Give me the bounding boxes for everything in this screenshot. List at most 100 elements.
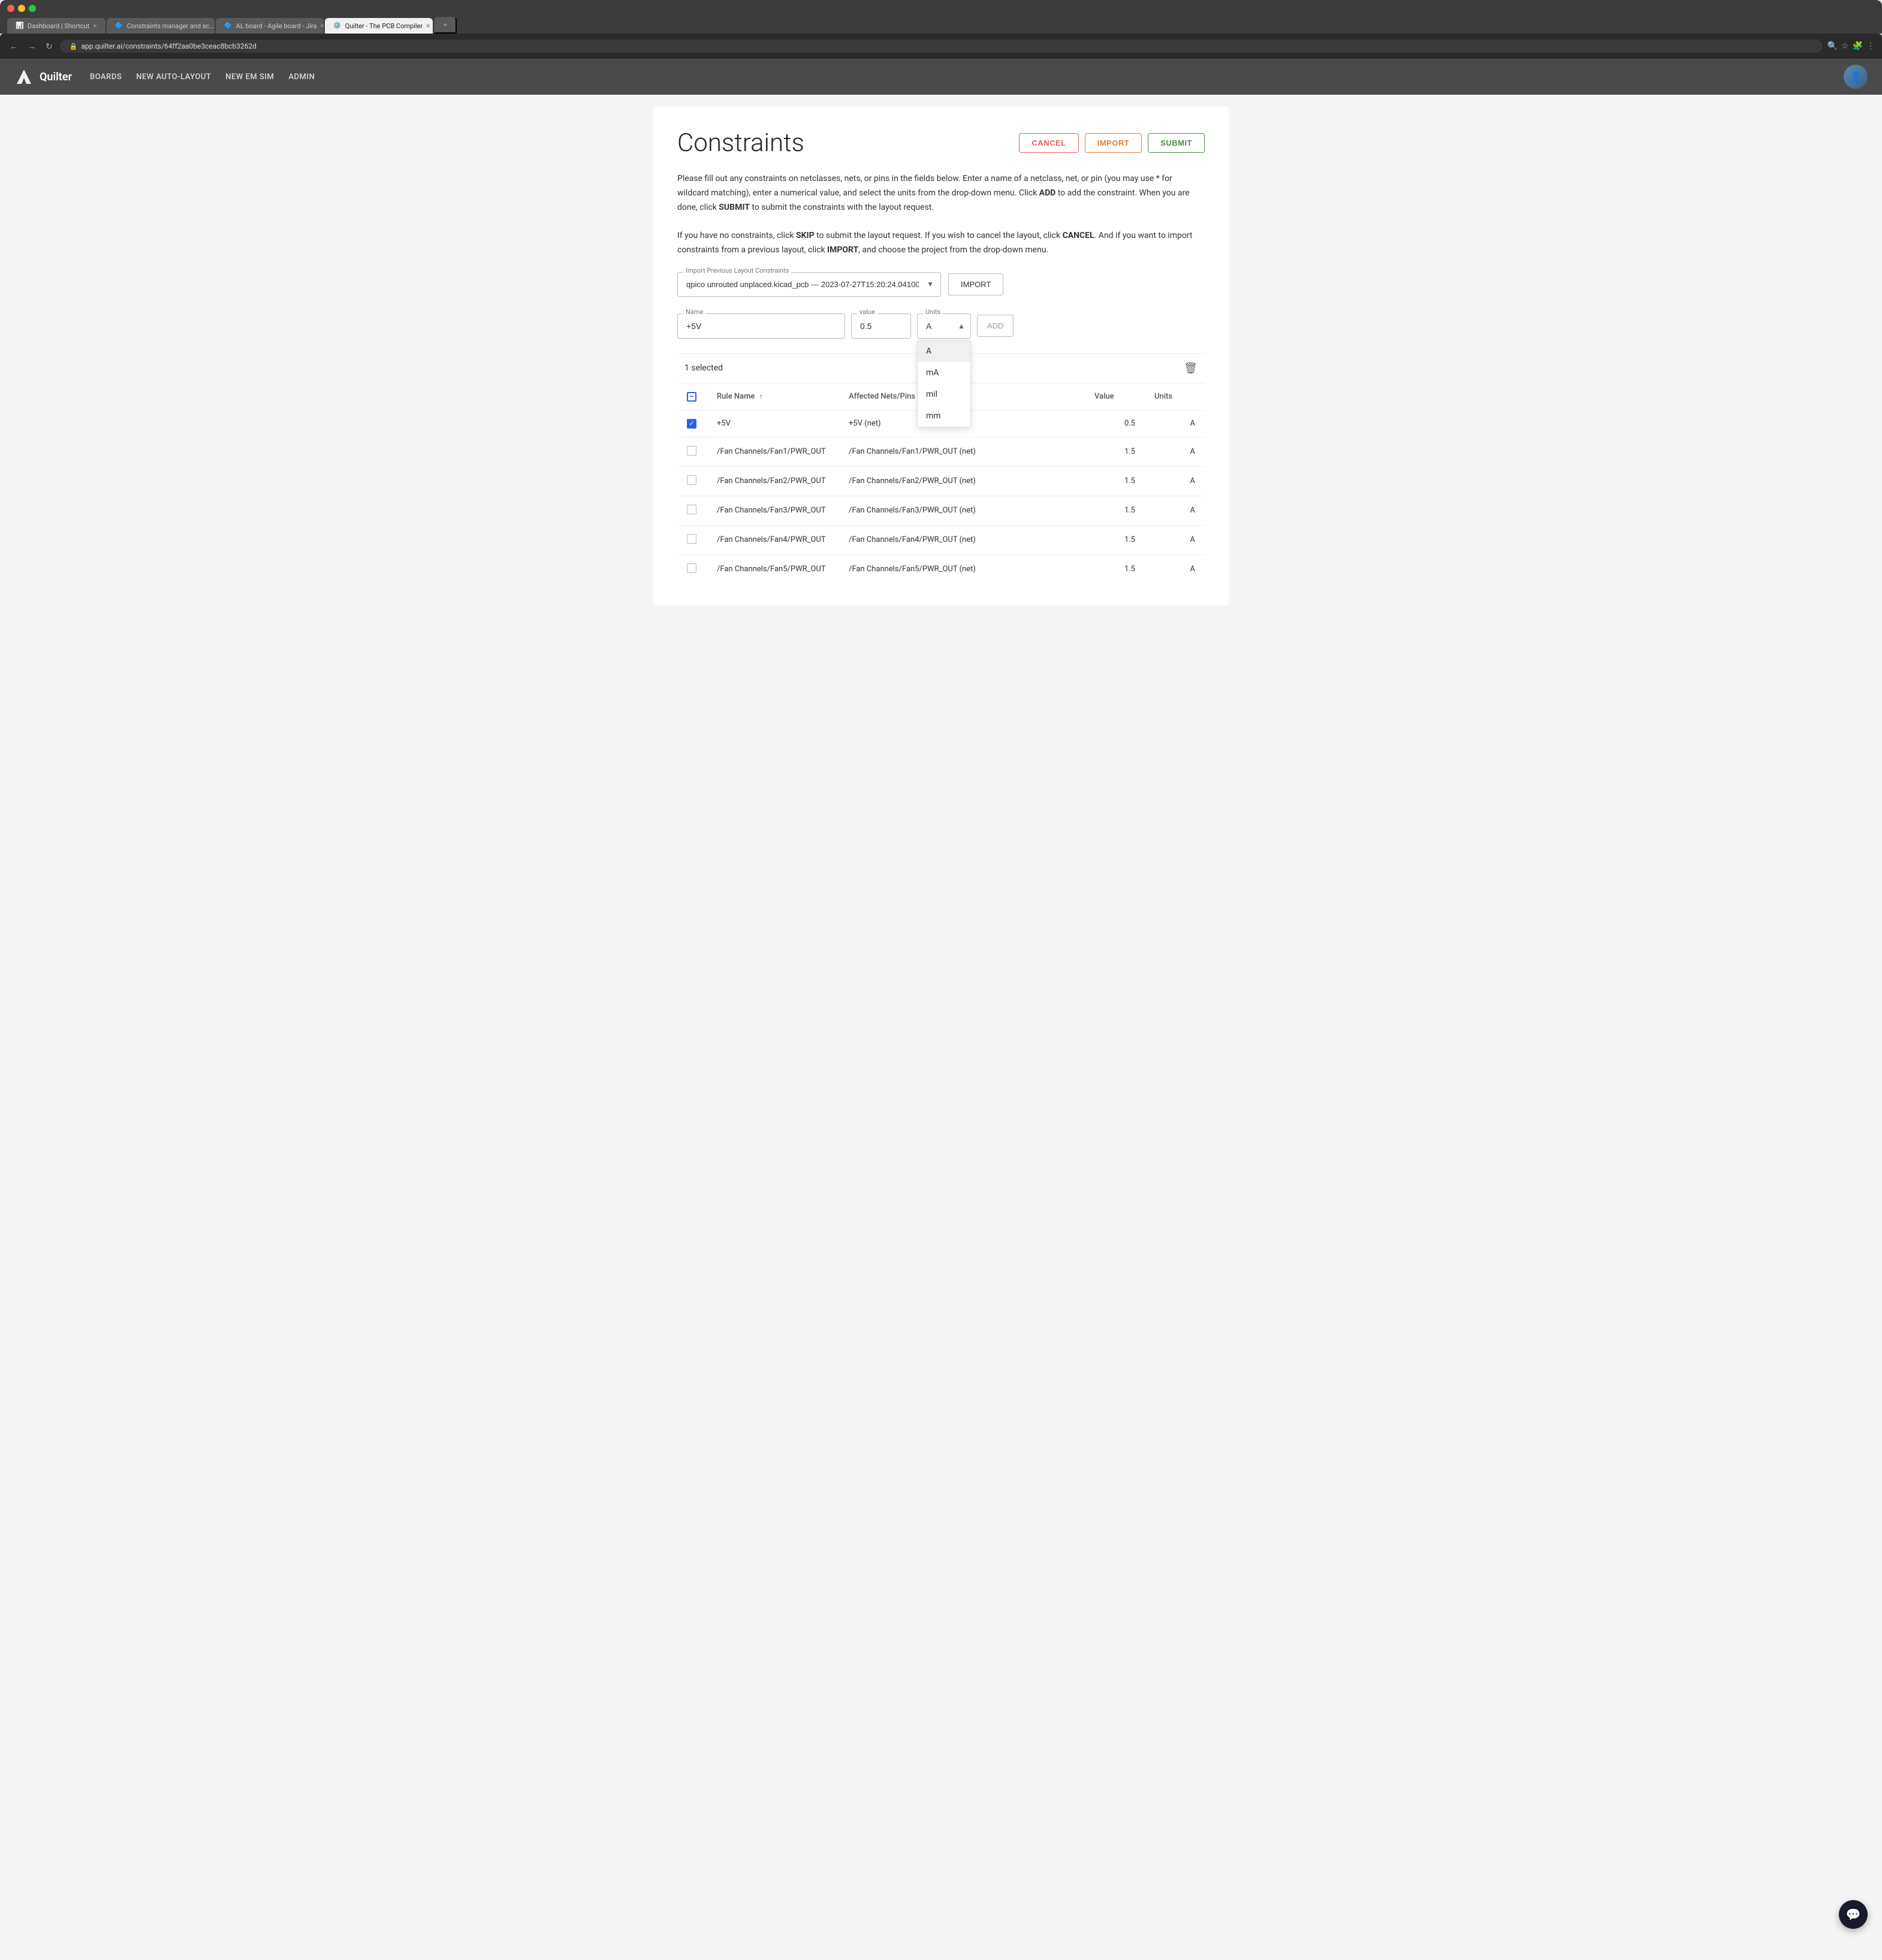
sort-arrow-icon[interactable]: ↑ xyxy=(759,393,763,400)
value-input[interactable] xyxy=(851,313,911,339)
value-field: value xyxy=(851,313,911,339)
col-header-check: − xyxy=(677,384,707,411)
rule-name-header: Rule Name xyxy=(717,392,755,401)
row-r5-checkbox[interactable] xyxy=(687,534,696,544)
row-r3-checkbox[interactable] xyxy=(687,475,696,485)
user-avatar[interactable]: 👤 xyxy=(1844,65,1868,89)
traffic-close[interactable] xyxy=(7,5,14,12)
row-r5-units: A xyxy=(1145,525,1205,554)
tab-jira-label: AL board - Agile board - Jira xyxy=(236,22,317,30)
row-r1-rule: +5V xyxy=(707,410,839,437)
header-actions: CANCEL IMPORT SUBMIT xyxy=(1019,133,1205,153)
row-r6-check-cell xyxy=(677,554,707,584)
tab-constraints-label: Constraints manager and sc... xyxy=(127,22,215,30)
description-para-1: Please fill out any constraints on netcl… xyxy=(677,172,1205,215)
app-navbar: Quilter BOARDS NEW AUTO-LAYOUT NEW EM SI… xyxy=(0,59,1882,95)
import-section: Import Previous Layout Constraints qpico… xyxy=(677,272,1205,297)
row-r1-value: 0.5 xyxy=(1085,410,1145,437)
logo-icon xyxy=(14,67,34,86)
name-field: Name xyxy=(677,313,845,339)
name-input[interactable] xyxy=(677,313,845,339)
row-r4-affected: /Fan Channels/Fan3/PWR_OUT (net) xyxy=(839,496,1085,525)
tab-constraints-favicon: 🔷 xyxy=(115,22,123,30)
col-header-rule[interactable]: Rule Name ↑ xyxy=(707,384,839,411)
units-option-mA[interactable]: mA xyxy=(918,362,970,384)
row-r2-rule: /Fan Channels/Fan1/PWR_OUT xyxy=(707,437,839,466)
select-all-checkbox[interactable]: − xyxy=(687,392,696,402)
row-r5-affected: /Fan Channels/Fan4/PWR_OUT (net) xyxy=(839,525,1085,554)
row-r1-checkbox[interactable]: ✓ xyxy=(687,419,696,429)
row-r6-units: A xyxy=(1145,554,1205,584)
app-logo[interactable]: Quilter xyxy=(14,67,72,86)
page-header: Constraints CANCEL IMPORT SUBMIT xyxy=(677,128,1205,158)
row-r2-units: A xyxy=(1145,437,1205,466)
table-row: /Fan Channels/Fan2/PWR_OUT/Fan Channels/… xyxy=(677,466,1205,496)
row-r4-checkbox[interactable] xyxy=(687,505,696,514)
tab-quilter[interactable]: ⚙️ Quilter - The PCB Compiler × xyxy=(325,18,433,34)
table-row: /Fan Channels/Fan1/PWR_OUT/Fan Channels/… xyxy=(677,437,1205,466)
tab-dashboard-favicon: 📊 xyxy=(16,22,24,30)
row-r5-rule: /Fan Channels/Fan4/PWR_OUT xyxy=(707,525,839,554)
tab-dashboard-close[interactable]: × xyxy=(93,22,96,30)
address-input[interactable]: 🔒 app.quilter.ai/constraints/64ff2aa0be3… xyxy=(60,40,1823,53)
table-body: ✓+5V+5V (net)0.5A/Fan Channels/Fan1/PWR_… xyxy=(677,410,1205,584)
back-button[interactable]: ← xyxy=(7,40,20,52)
tab-jira-favicon: 🔷 xyxy=(224,22,233,30)
form-area: Name value Units A mA mil mm xyxy=(677,313,1205,339)
nav-em-sim[interactable]: NEW EM SIM xyxy=(225,70,274,84)
tab-dashboard[interactable]: 📊 Dashboard | Shortcut × xyxy=(7,18,105,34)
tab-jira-close[interactable]: × xyxy=(321,22,324,30)
traffic-maximize[interactable] xyxy=(29,5,36,12)
nav-links: BOARDS NEW AUTO-LAYOUT NEW EM SIM ADMIN xyxy=(90,70,315,84)
menu-icon[interactable]: ⋮ xyxy=(1866,41,1875,51)
description-block: Please fill out any constraints on netcl… xyxy=(677,172,1205,258)
units-option-mm[interactable]: mm xyxy=(918,405,970,427)
import-field-label: Import Previous Layout Constraints xyxy=(683,267,791,275)
delete-selected-button[interactable]: 🗑 xyxy=(1184,362,1198,375)
cancel-button[interactable]: CANCEL xyxy=(1019,133,1078,153)
traffic-minimize[interactable] xyxy=(18,5,25,12)
tab-dashboard-label: Dashboard | Shortcut xyxy=(28,22,89,30)
browser-action-icons: 🔍 ☆ 🧩 ⋮ xyxy=(1827,41,1875,51)
units-option-mil[interactable]: mil xyxy=(918,384,970,405)
units-field-label: Units xyxy=(923,308,943,316)
search-icon[interactable]: 🔍 xyxy=(1827,41,1838,51)
new-tab-button[interactable]: + xyxy=(434,17,457,34)
row-r3-check-cell xyxy=(677,466,707,496)
tab-quilter-close[interactable]: × xyxy=(426,22,430,30)
row-r6-checkbox[interactable] xyxy=(687,563,696,573)
units-option-A[interactable]: A xyxy=(918,340,970,362)
value-field-label: value xyxy=(857,308,877,316)
row-r2-affected: /Fan Channels/Fan1/PWR_OUT (net) xyxy=(839,437,1085,466)
row-r2-value: 1.5 xyxy=(1085,437,1145,466)
add-constraint-form: Name value Units A mA mil mm xyxy=(677,313,1205,339)
nav-admin[interactable]: ADMIN xyxy=(288,70,315,84)
row-r5-check-cell xyxy=(677,525,707,554)
import-button[interactable]: IMPORT xyxy=(1085,133,1142,153)
nav-auto-layout[interactable]: NEW AUTO-LAYOUT xyxy=(136,70,211,84)
row-r2-checkbox[interactable] xyxy=(687,446,696,456)
browser-tab-bar: 📊 Dashboard | Shortcut × 🔷 Constraints m… xyxy=(7,17,1875,34)
submit-button[interactable]: SUBMIT xyxy=(1148,133,1205,153)
row-r6-affected: /Fan Channels/Fan5/PWR_OUT (net) xyxy=(839,554,1085,584)
col-header-value: Value xyxy=(1085,384,1145,411)
tab-constraints-manager[interactable]: 🔷 Constraints manager and sc... × xyxy=(107,18,215,34)
import-select[interactable]: qpico unrouted unplaced.kicad_pcb --- 20… xyxy=(677,272,941,297)
chat-bubble-button[interactable]: 💬 xyxy=(1839,1900,1868,1929)
extension-icon[interactable]: 🧩 xyxy=(1853,41,1863,51)
tab-quilter-label: Quilter - The PCB Compiler xyxy=(345,22,423,30)
add-button[interactable]: ADD xyxy=(977,315,1014,337)
row-r1-check-cell: ✓ xyxy=(677,410,707,437)
bookmark-icon[interactable]: ☆ xyxy=(1841,41,1849,51)
row-r4-units: A xyxy=(1145,496,1205,525)
logo-text: Quilter xyxy=(40,71,72,83)
chat-icon: 💬 xyxy=(1846,1907,1861,1922)
import-action-button[interactable]: IMPORT xyxy=(948,273,1003,295)
row-r3-value: 1.5 xyxy=(1085,466,1145,496)
refresh-button[interactable]: ↻ xyxy=(43,40,55,53)
nav-boards[interactable]: BOARDS xyxy=(90,70,122,84)
tab-jira[interactable]: 🔷 AL board - Agile board - Jira × xyxy=(216,18,324,34)
forward-button[interactable]: → xyxy=(25,40,38,52)
units-field: Units A mA mil mm ▲ A mA m xyxy=(917,313,971,339)
units-select[interactable]: A mA mil mm xyxy=(917,313,971,339)
